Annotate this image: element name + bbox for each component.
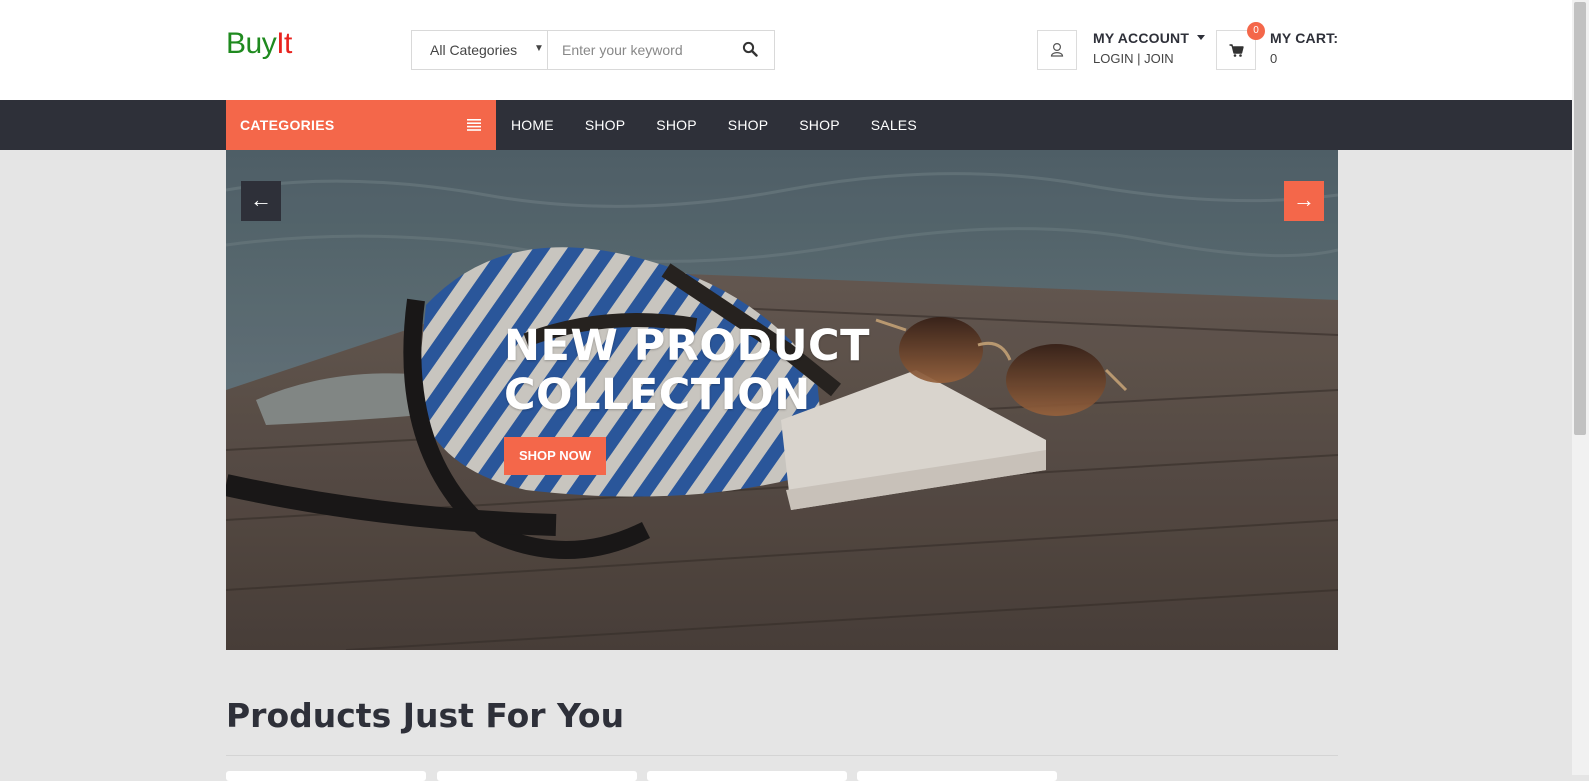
cart-count-badge: 0 bbox=[1247, 22, 1265, 40]
my-account-dropdown[interactable]: MY ACCOUNT bbox=[1093, 30, 1206, 46]
search-button[interactable] bbox=[742, 41, 762, 59]
nav-item-shop[interactable]: SHOP bbox=[641, 100, 712, 150]
page-scrollbar[interactable] bbox=[1572, 0, 1589, 775]
hero-title: NEW PRODUCT COLLECTION bbox=[504, 322, 870, 420]
cart-summary: MY CART: 0 bbox=[1270, 30, 1338, 66]
join-link[interactable]: JOIN bbox=[1144, 51, 1174, 66]
my-account-label: MY ACCOUNT bbox=[1093, 30, 1190, 46]
products-section-title: Products Just For You bbox=[226, 696, 625, 735]
logo-part-it: It bbox=[276, 27, 292, 60]
logo-part-buy: Buy bbox=[226, 27, 277, 60]
account-separator: | bbox=[1133, 51, 1145, 66]
category-select-value: All Categories bbox=[430, 42, 518, 58]
slider-next-button[interactable]: → bbox=[1284, 181, 1324, 221]
product-card[interactable] bbox=[226, 771, 426, 781]
nav-item-home[interactable]: HOME bbox=[496, 100, 570, 150]
search-icon bbox=[742, 41, 758, 57]
user-icon bbox=[1050, 43, 1064, 57]
slider-prev-button[interactable]: ← bbox=[241, 181, 281, 221]
product-card[interactable] bbox=[857, 771, 1057, 781]
search-input[interactable] bbox=[548, 31, 747, 69]
search-bar: All Categories ▼ bbox=[411, 30, 775, 70]
nav-item-shop[interactable]: SHOP bbox=[570, 100, 641, 150]
nav-item-sales[interactable]: SALES bbox=[856, 100, 933, 150]
scrollbar-thumb[interactable] bbox=[1574, 2, 1586, 435]
account-menu: MY ACCOUNT LOGIN | JOIN bbox=[1093, 30, 1206, 66]
hero-title-line1: NEW PRODUCT bbox=[504, 321, 870, 371]
cart-count: 0 bbox=[1270, 51, 1278, 66]
product-card[interactable] bbox=[437, 771, 637, 781]
hero-slider: ← → NEW PRODUCT COLLECTION SHOP NOW bbox=[226, 150, 1338, 650]
site-header: BuyIt All Categories ▼ MY ACCOUNT LOGIN … bbox=[0, 0, 1572, 100]
shop-now-button[interactable]: SHOP NOW bbox=[504, 437, 606, 475]
site-logo[interactable]: BuyIt bbox=[226, 26, 292, 62]
nav-links: HOME SHOP SHOP SHOP SHOP SALES bbox=[496, 100, 933, 150]
login-link[interactable]: LOGIN bbox=[1093, 51, 1133, 66]
menu-lines-icon bbox=[467, 119, 481, 131]
main-nav: CATEGORIES HOME SHOP SHOP SHOP SHOP SALE… bbox=[0, 100, 1572, 150]
nav-item-shop[interactable]: SHOP bbox=[784, 100, 855, 150]
nav-item-shop[interactable]: SHOP bbox=[713, 100, 784, 150]
caret-down-icon bbox=[1197, 34, 1206, 40]
section-divider bbox=[226, 755, 1338, 756]
category-select[interactable]: All Categories ▼ bbox=[412, 31, 548, 69]
categories-label: CATEGORIES bbox=[240, 117, 335, 133]
my-cart-label: MY CART: bbox=[1270, 30, 1339, 46]
product-card[interactable] bbox=[647, 771, 847, 781]
account-button[interactable] bbox=[1037, 30, 1077, 70]
hero-title-line2: COLLECTION bbox=[504, 370, 811, 420]
caret-down-icon: ▼ bbox=[534, 43, 544, 54]
categories-menu-button[interactable]: CATEGORIES bbox=[226, 100, 496, 150]
